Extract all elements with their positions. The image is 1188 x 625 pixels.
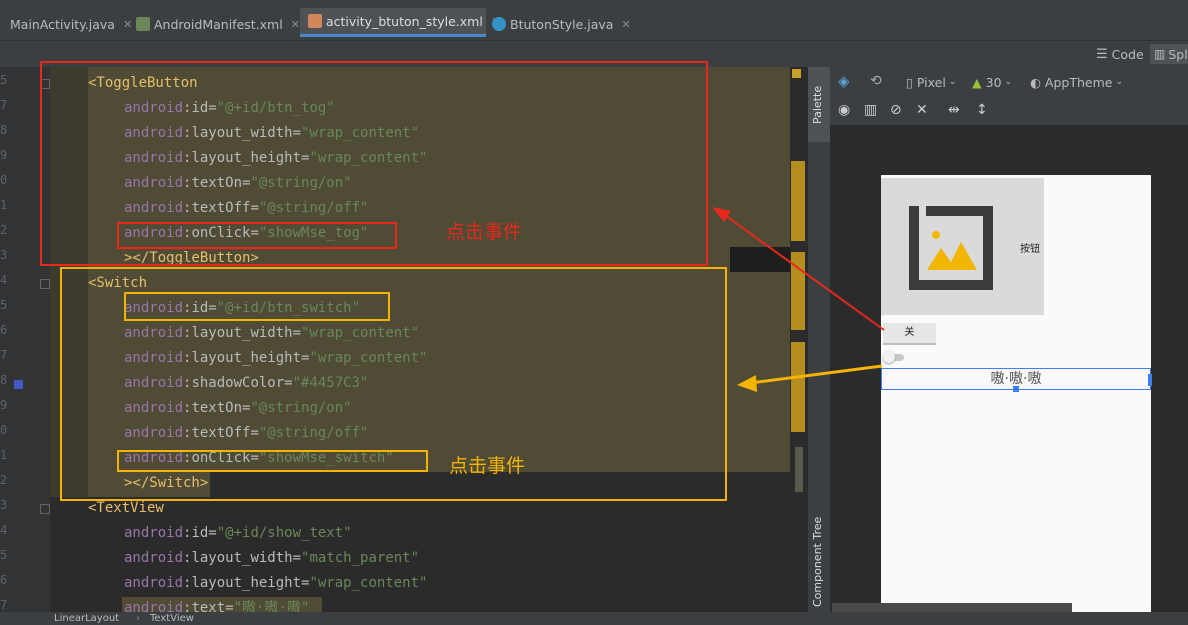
red-arrow-head — [712, 207, 731, 222]
breadcrumb-textview[interactable]: TextView — [150, 614, 194, 624]
yellow-arrow-line — [749, 364, 883, 385]
breadcrumb-separator: › — [136, 613, 140, 624]
red-arrow-line — [721, 212, 885, 331]
annotation-arrows — [712, 207, 885, 392]
breadcrumb-linear-layout[interactable]: LinearLayout — [54, 614, 119, 624]
breadcrumb-bar: LinearLayout › TextView — [0, 612, 1188, 625]
yellow-arrow-head — [737, 375, 757, 392]
